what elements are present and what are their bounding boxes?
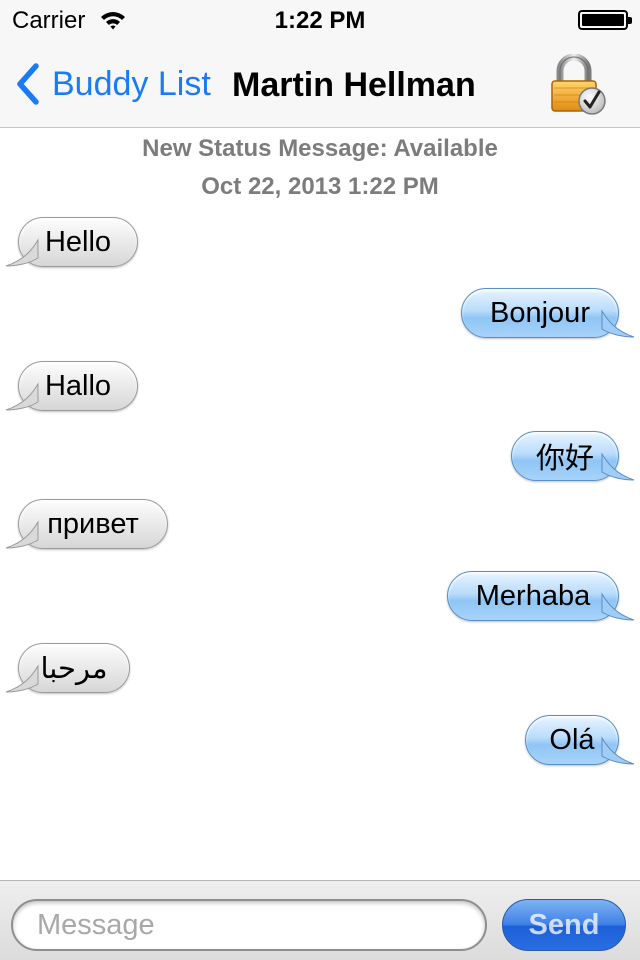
compose-bar: Send — [0, 880, 640, 960]
bubble-tail — [5, 382, 39, 411]
status-bar: Carrier 1:22 PM — [0, 0, 640, 40]
message-text: Hello — [44, 225, 112, 258]
status-timestamp: Oct 22, 2013 1:22 PM — [201, 173, 439, 200]
incoming-message-bubble[interactable]: привет — [18, 499, 168, 549]
bubble-tail — [601, 309, 635, 338]
nav-bar: Buddy List Martin Hellman — [0, 40, 640, 128]
outgoing-message-bubble[interactable]: Merhaba — [447, 571, 619, 621]
back-button-label: Buddy List — [52, 64, 211, 103]
outgoing-message-bubble[interactable]: Bonjour — [461, 288, 619, 338]
bubble-tail — [601, 452, 635, 481]
chevron-left-icon — [17, 63, 39, 105]
message-text: Hallo — [44, 369, 112, 402]
message-text: Bonjour — [490, 296, 590, 329]
send-button[interactable]: Send — [502, 899, 626, 951]
clock: 1:22 PM — [274, 7, 366, 34]
message-input[interactable] — [11, 899, 487, 951]
bubble-tail — [5, 238, 39, 267]
message-text: Merhaba — [475, 579, 591, 612]
bubble-tail — [5, 664, 39, 693]
bubble-tail — [601, 592, 635, 621]
bubble-tail — [5, 520, 39, 549]
message-text: Olá — [549, 723, 595, 756]
message-text: 你好 — [535, 443, 594, 475]
page-title: Martin Hellman — [232, 66, 476, 104]
bubble-tail — [601, 736, 635, 765]
battery-icon — [578, 10, 632, 30]
status-message: New Status Message: Available — [142, 135, 498, 162]
message-text: مرحبا — [40, 652, 108, 685]
back-button[interactable]: Buddy List — [14, 62, 211, 106]
message-text: привет — [47, 507, 139, 540]
padlock-check-icon[interactable] — [548, 53, 608, 116]
